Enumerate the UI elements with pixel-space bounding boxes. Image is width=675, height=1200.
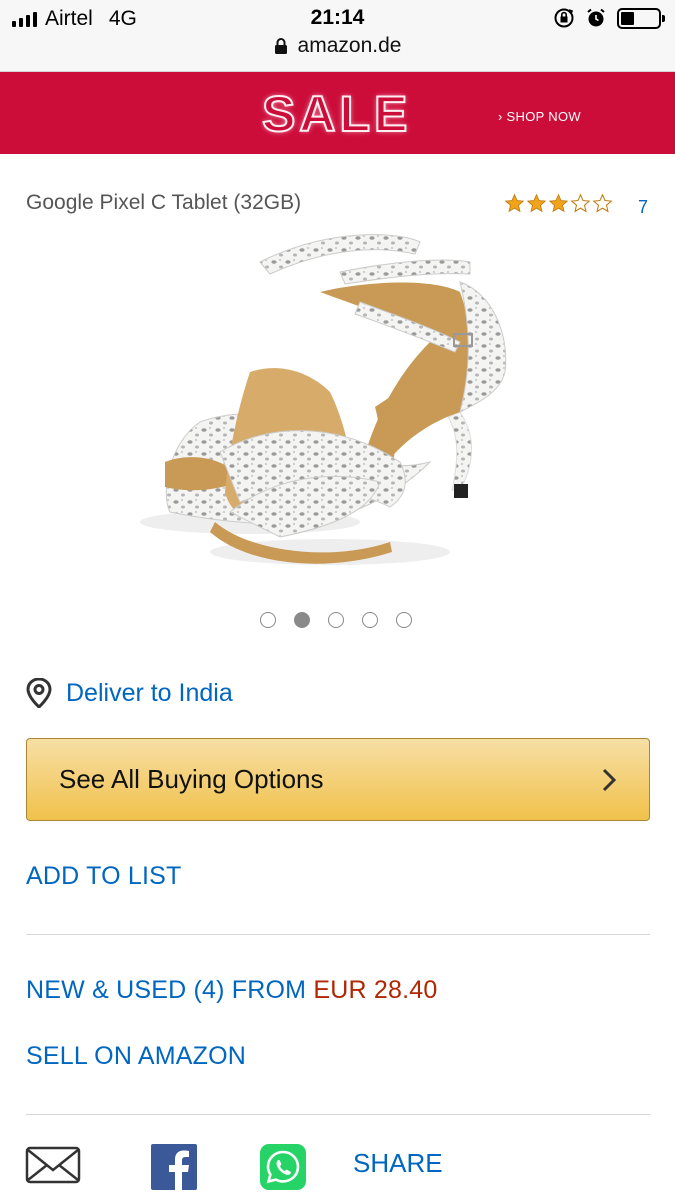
star-empty-icon <box>592 193 613 213</box>
carousel-dot[interactable] <box>362 612 378 628</box>
address-bar[interactable]: amazon.de <box>0 34 675 58</box>
battery-fill <box>621 11 634 25</box>
new-used-price: EUR 28.40 <box>313 976 438 1004</box>
new-and-used-link[interactable]: NEW & USED (4) FROM EUR 28.40 <box>26 976 437 1005</box>
share-link[interactable]: SHARE <box>353 1148 443 1179</box>
star-empty-icon <box>570 193 591 213</box>
star-full-icon <box>504 193 525 213</box>
add-to-list-link[interactable]: ADD TO LIST <box>26 862 181 891</box>
carousel-dot[interactable] <box>328 612 344 628</box>
url-text: amazon.de <box>297 34 402 57</box>
deliver-to-label: Deliver to India <box>66 678 233 707</box>
image-carousel-dots[interactable] <box>260 612 412 628</box>
divider <box>26 934 650 935</box>
deliver-to-link[interactable]: Deliver to India <box>26 678 233 708</box>
buy-button-label: See All Buying Options <box>59 764 324 794</box>
carousel-dot-active[interactable] <box>294 612 310 628</box>
shop-now-link[interactable]: › SHOP NOW <box>498 109 581 124</box>
sale-banner[interactable]: SALE › SHOP NOW <box>0 72 675 154</box>
star-rating[interactable] <box>504 193 613 214</box>
orientation-lock-icon <box>554 8 574 28</box>
sale-text: SALE <box>261 85 412 143</box>
carousel-dot[interactable] <box>396 612 412 628</box>
star-full-icon <box>526 193 547 213</box>
lock-icon <box>274 38 287 54</box>
status-bar: Airtel 4G 21:14 amazon.de <box>0 0 675 72</box>
star-full-icon <box>548 193 569 213</box>
divider <box>26 1114 650 1115</box>
alarm-icon <box>587 8 605 27</box>
location-pin-icon <box>26 678 52 708</box>
status-right <box>553 7 665 29</box>
product-title: Google Pixel C Tablet (32GB) <box>26 191 302 214</box>
whatsapp-icon[interactable] <box>260 1144 306 1190</box>
chevron-right-icon <box>602 768 617 791</box>
carousel-dot[interactable] <box>260 612 276 628</box>
review-count-link[interactable]: 7 <box>638 197 648 218</box>
facebook-icon[interactable] <box>151 1144 197 1190</box>
see-all-buying-options-button[interactable]: See All Buying Options <box>26 738 650 821</box>
product-image[interactable] <box>130 222 550 592</box>
battery-icon <box>617 7 665 29</box>
sell-on-amazon-link[interactable]: SELL ON AMAZON <box>26 1042 246 1071</box>
new-used-label: NEW & USED (4) FROM <box>26 976 307 1004</box>
mail-icon[interactable] <box>25 1144 81 1186</box>
share-row: SHARE <box>0 1140 675 1200</box>
